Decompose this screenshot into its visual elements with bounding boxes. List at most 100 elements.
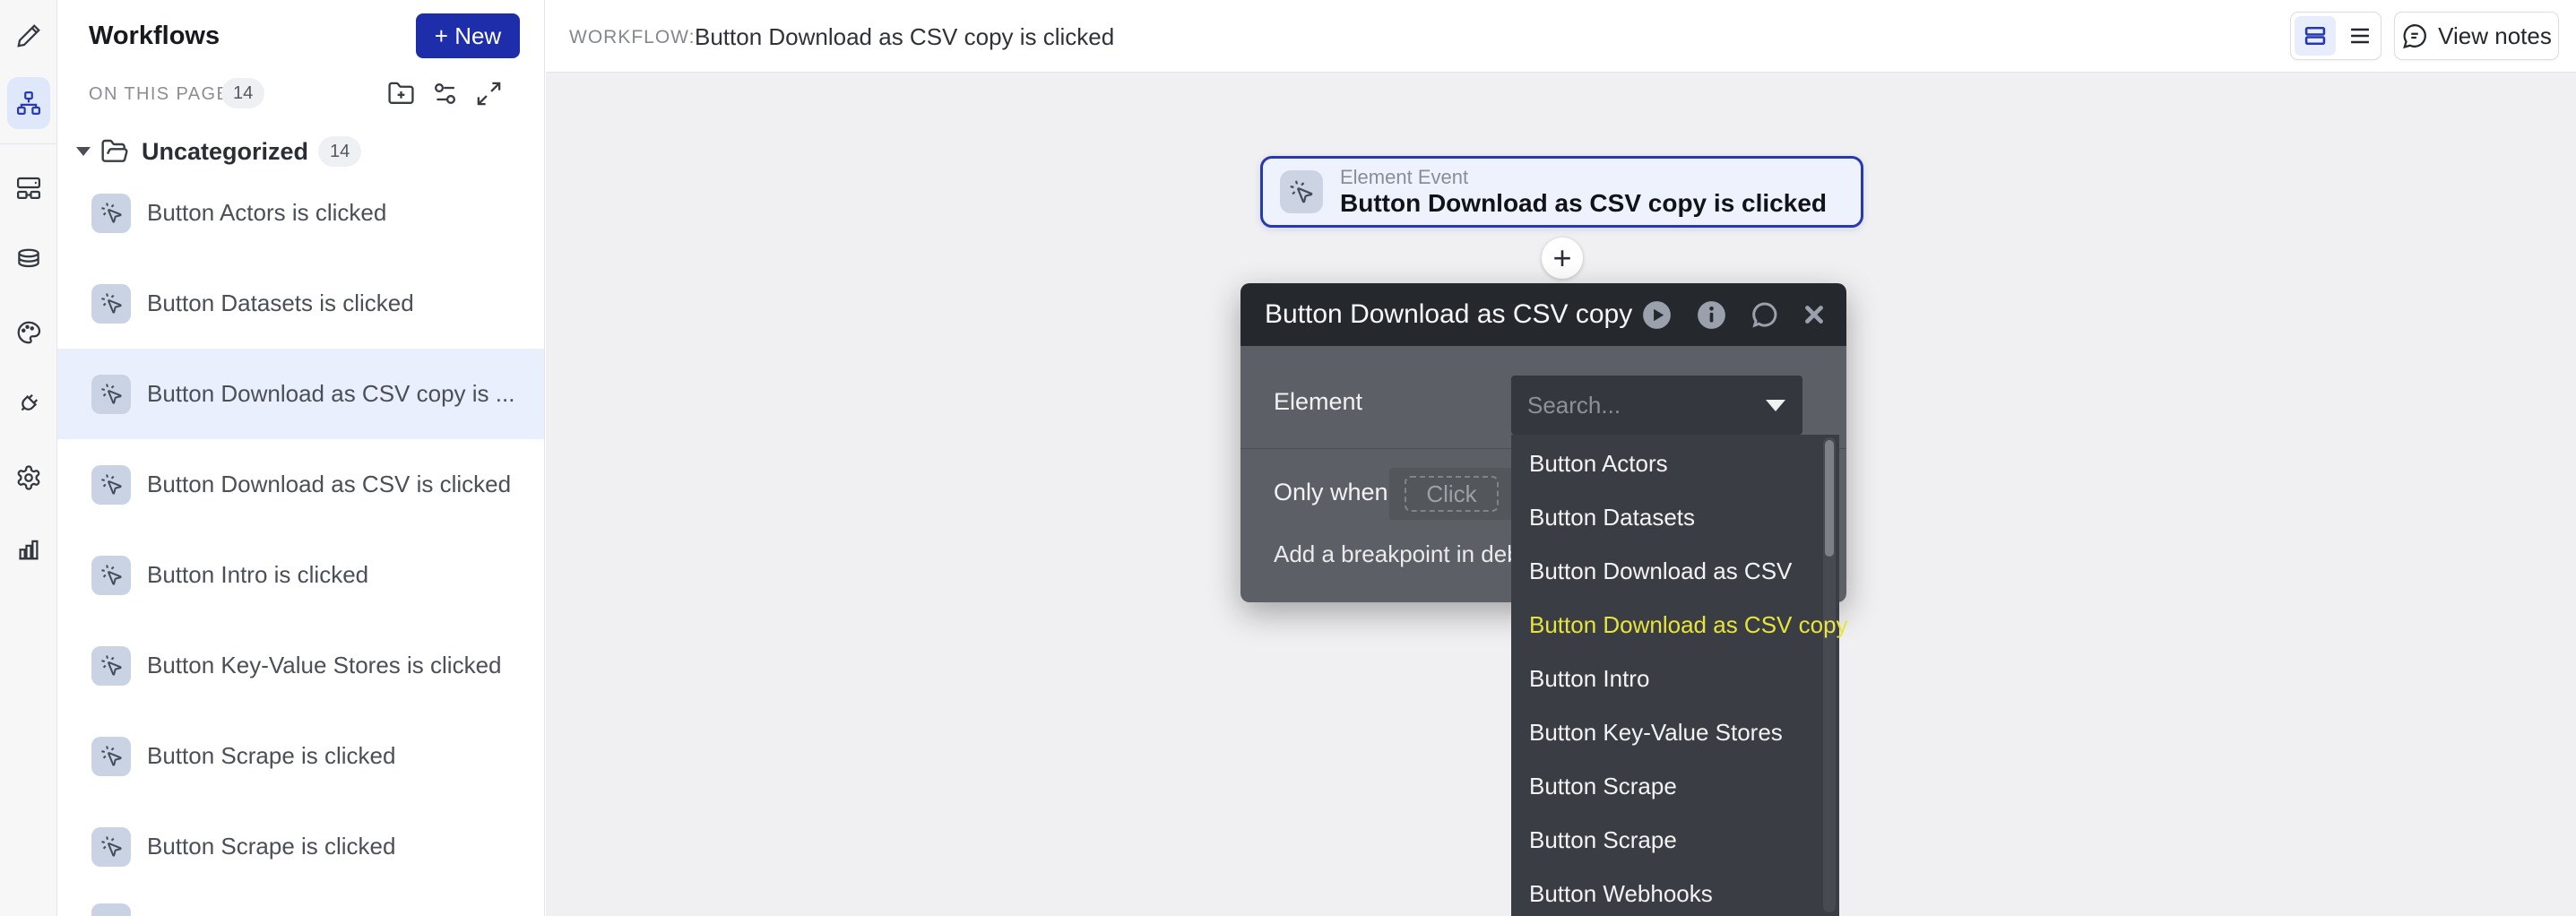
list-view-button[interactable] bbox=[2339, 13, 2381, 59]
workflow-item-label: Button Datasets is clicked bbox=[147, 289, 414, 317]
dropdown-option[interactable]: Button Intro bbox=[1511, 652, 1839, 705]
node-type-label: Element Event bbox=[1340, 166, 1827, 189]
breakpoint-text: Add a breakpoint in deb bbox=[1274, 540, 1520, 568]
dropdown-option[interactable]: Button Actors bbox=[1511, 436, 1839, 490]
workflow-list-item[interactable]: Button Key-Value Stores is clicked bbox=[57, 620, 544, 711]
workflow-list-item[interactable]: Button Scrape is clicked bbox=[57, 711, 544, 801]
dropdown-option[interactable]: Button Datasets bbox=[1511, 490, 1839, 544]
node-title: Button Download as CSV copy is clicked bbox=[1340, 189, 1827, 218]
dropdown-option[interactable]: Button Scrape bbox=[1511, 813, 1839, 867]
only-when-label: Only when bbox=[1274, 479, 1388, 506]
cursor-click-icon bbox=[91, 827, 131, 867]
workflow-item-label: Button Intro is clicked bbox=[147, 561, 368, 589]
workflow-item-label: Button Scrape is clicked bbox=[147, 742, 395, 770]
element-event-node[interactable]: Element Event Button Download as CSV cop… bbox=[1260, 156, 1863, 228]
new-folder-icon[interactable] bbox=[387, 80, 415, 108]
modal-title: Button Download as CSV copy is bbox=[1265, 299, 1640, 330]
workflow-list-item[interactable]: Button Intro is clicked bbox=[57, 530, 544, 620]
panel-toolbar bbox=[387, 80, 503, 108]
close-icon[interactable] bbox=[1802, 302, 1827, 327]
view-notes-label: View notes bbox=[2438, 22, 2552, 50]
dropdown-option[interactable]: Button Scrape bbox=[1511, 759, 1839, 813]
dropdown-option-label: Button Download as CSV copy bbox=[1529, 611, 1848, 638]
chevron-down-icon[interactable] bbox=[1766, 400, 1785, 411]
dropdown-scrollbar[interactable] bbox=[1823, 437, 1836, 912]
filter-settings-icon[interactable] bbox=[431, 80, 459, 108]
workflow-list-item[interactable]: Button Download as CSV copy is ... bbox=[57, 349, 544, 439]
notes-bubble-icon bbox=[2401, 22, 2428, 49]
workflow-list-item[interactable]: Button Actors is clicked bbox=[57, 168, 544, 258]
element-select-control[interactable] bbox=[1511, 376, 1802, 435]
dropdown-option-label: Button Actors bbox=[1529, 450, 1668, 477]
comment-icon[interactable] bbox=[1750, 299, 1780, 330]
cursor-click-icon bbox=[91, 903, 131, 916]
cursor-click-icon bbox=[91, 737, 131, 776]
on-this-page-count-badge: 14 bbox=[221, 78, 264, 108]
components-icon[interactable] bbox=[7, 166, 50, 209]
card-view-icon bbox=[2303, 23, 2328, 48]
add-step-button[interactable]: + bbox=[1542, 238, 1583, 279]
workflow-item-label: Button Download as CSV copy is ... bbox=[147, 380, 514, 408]
dropdown-option-label: Button Key-Value Stores bbox=[1529, 719, 1783, 746]
dropdown-option[interactable]: Button Key-Value Stores bbox=[1511, 705, 1839, 759]
on-this-page-label: ON THIS PAGE bbox=[89, 84, 229, 105]
rail-divider bbox=[0, 143, 56, 144]
palette-icon[interactable] bbox=[7, 311, 50, 354]
play-icon[interactable] bbox=[1640, 298, 1673, 332]
group-row-uncategorized[interactable]: Uncategorized 14 bbox=[76, 131, 361, 172]
workflow-canvas[interactable]: Element Event Button Download as CSV cop… bbox=[546, 73, 2576, 916]
workflow-list: Button Actors is clicked Button Datasets… bbox=[57, 168, 544, 892]
dropdown-option[interactable]: Button Download as CSV bbox=[1511, 544, 1839, 598]
dropdown-option-label: Button Datasets bbox=[1529, 504, 1695, 531]
settings-icon[interactable] bbox=[7, 456, 50, 499]
dropdown-option-label: Button Scrape bbox=[1529, 826, 1677, 853]
panel-title: Workflows bbox=[89, 22, 220, 51]
workflow-breadcrumb-title: Button Download as CSV copy is clicked bbox=[695, 23, 1114, 51]
workflow-breadcrumb-label: WORKFLOW: bbox=[569, 27, 695, 48]
group-count-badge: 14 bbox=[318, 136, 361, 167]
info-icon[interactable] bbox=[1695, 298, 1728, 332]
card-view-button[interactable] bbox=[2295, 16, 2336, 56]
modal-actions bbox=[1640, 298, 1827, 332]
expand-icon[interactable] bbox=[475, 80, 503, 108]
scrollbar-thumb[interactable] bbox=[1825, 440, 1834, 557]
workflow-list-item[interactable]: Button Scrape is clicked bbox=[57, 801, 544, 892]
workflows-icon[interactable] bbox=[7, 77, 50, 129]
integrations-icon[interactable] bbox=[7, 382, 50, 425]
cursor-click-icon bbox=[91, 465, 131, 505]
view-notes-button[interactable]: View notes bbox=[2394, 12, 2559, 60]
folder-open-icon bbox=[100, 137, 129, 166]
element-dropdown-list: Button Actors Button Datasets Button Dow… bbox=[1511, 435, 1839, 916]
workflow-list-item[interactable]: Button Download as CSV is clicked bbox=[57, 439, 544, 530]
workflow-item-label: Button Key-Value Stores is clicked bbox=[147, 652, 501, 679]
new-workflow-button[interactable]: + New bbox=[416, 13, 520, 58]
workflows-panel: Workflows + New ON THIS PAGE 14 Uncatego… bbox=[57, 0, 545, 916]
cursor-click-icon bbox=[91, 194, 131, 233]
workflow-item-label: Button Actors is clicked bbox=[147, 199, 386, 227]
topbar: WORKFLOW: Button Download as CSV copy is… bbox=[546, 0, 2576, 73]
dropdown-option[interactable]: Button Webhooks bbox=[1511, 867, 1839, 916]
modal-header[interactable]: Button Download as CSV copy is bbox=[1240, 283, 1846, 346]
cursor-click-icon bbox=[91, 375, 131, 414]
collapse-caret-icon[interactable] bbox=[76, 147, 91, 156]
icon-rail bbox=[0, 0, 57, 916]
view-toggle bbox=[2290, 12, 2382, 60]
analytics-icon[interactable] bbox=[7, 527, 50, 570]
edit-icon[interactable] bbox=[7, 14, 50, 57]
group-name: Uncategorized bbox=[142, 138, 308, 166]
click-trigger-button[interactable]: Click bbox=[1405, 476, 1499, 512]
element-field-label: Element bbox=[1274, 388, 1362, 416]
dropdown-option-label: Button Intro bbox=[1529, 665, 1649, 692]
dropdown-option-label: Button Download as CSV bbox=[1529, 557, 1792, 584]
workflow-item-label: Button Scrape is clicked bbox=[147, 833, 395, 860]
list-view-icon bbox=[2347, 23, 2373, 48]
dropdown-option-label: Button Webhooks bbox=[1529, 880, 1713, 907]
cursor-click-icon bbox=[1280, 170, 1323, 213]
workflow-list-item[interactable]: Button Datasets is clicked bbox=[57, 258, 544, 349]
app-root: Workflows + New ON THIS PAGE 14 Uncatego… bbox=[0, 0, 2576, 916]
cursor-click-icon bbox=[91, 556, 131, 595]
cursor-click-icon bbox=[91, 284, 131, 324]
element-search-input[interactable] bbox=[1511, 392, 1740, 419]
storage-icon[interactable] bbox=[7, 238, 50, 281]
dropdown-option[interactable]: Button Download as CSV copy bbox=[1511, 598, 1839, 652]
